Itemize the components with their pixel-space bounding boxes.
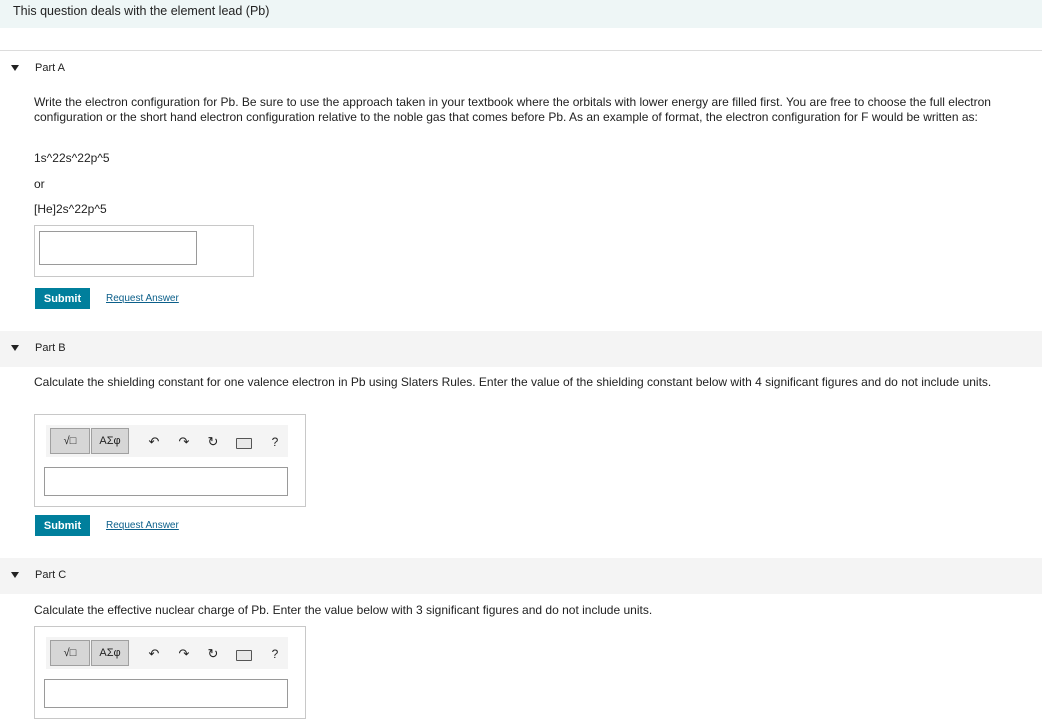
- example-full-config: 1s^22s^22p^5: [34, 151, 110, 165]
- collapse-triangle-icon[interactable]: [11, 345, 19, 351]
- question-intro: This question deals with the element lea…: [13, 4, 270, 18]
- part-a-submit-button[interactable]: Submit: [35, 288, 90, 309]
- part-b-answer-input[interactable]: [44, 467, 288, 496]
- greek-symbols-button[interactable]: ΑΣφ: [91, 640, 129, 666]
- templates-button[interactable]: √□: [50, 428, 90, 454]
- or-text: or: [34, 177, 45, 191]
- example-short-config: [He]2s^22p^5: [34, 202, 107, 216]
- help-icon[interactable]: ?: [267, 646, 283, 662]
- part-b-label: Part B: [35, 342, 66, 354]
- templates-button[interactable]: √□: [50, 640, 90, 666]
- part-c-answer-input[interactable]: [44, 679, 288, 708]
- undo-icon[interactable]: ↶: [146, 434, 162, 450]
- help-icon[interactable]: ?: [267, 434, 283, 450]
- reset-icon[interactable]: ↻: [205, 434, 221, 450]
- part-a-answer-input[interactable]: [39, 231, 197, 265]
- redo-icon[interactable]: ↷: [176, 646, 192, 662]
- part-b-prompt: Calculate the shielding constant for one…: [34, 375, 992, 389]
- part-a-header[interactable]: Part A: [0, 51, 1042, 87]
- collapse-triangle-icon[interactable]: [11, 65, 19, 71]
- keyboard-icon[interactable]: [236, 438, 252, 449]
- part-b-header[interactable]: Part B: [0, 331, 1042, 367]
- part-a-label: Part A: [35, 62, 65, 74]
- greek-symbols-button[interactable]: ΑΣφ: [91, 428, 129, 454]
- reset-icon[interactable]: ↻: [205, 646, 221, 662]
- part-b-submit-button[interactable]: Submit: [35, 515, 90, 536]
- part-a-prompt: Write the electron configuration for Pb.…: [34, 95, 991, 124]
- collapse-triangle-icon[interactable]: [11, 572, 19, 578]
- part-c-label: Part C: [35, 569, 67, 581]
- part-c-prompt: Calculate the effective nuclear charge o…: [34, 603, 653, 617]
- keyboard-icon[interactable]: [236, 650, 252, 661]
- part-a-request-answer-link[interactable]: Request Answer: [106, 293, 179, 304]
- part-c-header[interactable]: Part C: [0, 558, 1042, 594]
- undo-icon[interactable]: ↶: [146, 646, 162, 662]
- part-b-request-answer-link[interactable]: Request Answer: [106, 520, 179, 531]
- redo-icon[interactable]: ↷: [176, 434, 192, 450]
